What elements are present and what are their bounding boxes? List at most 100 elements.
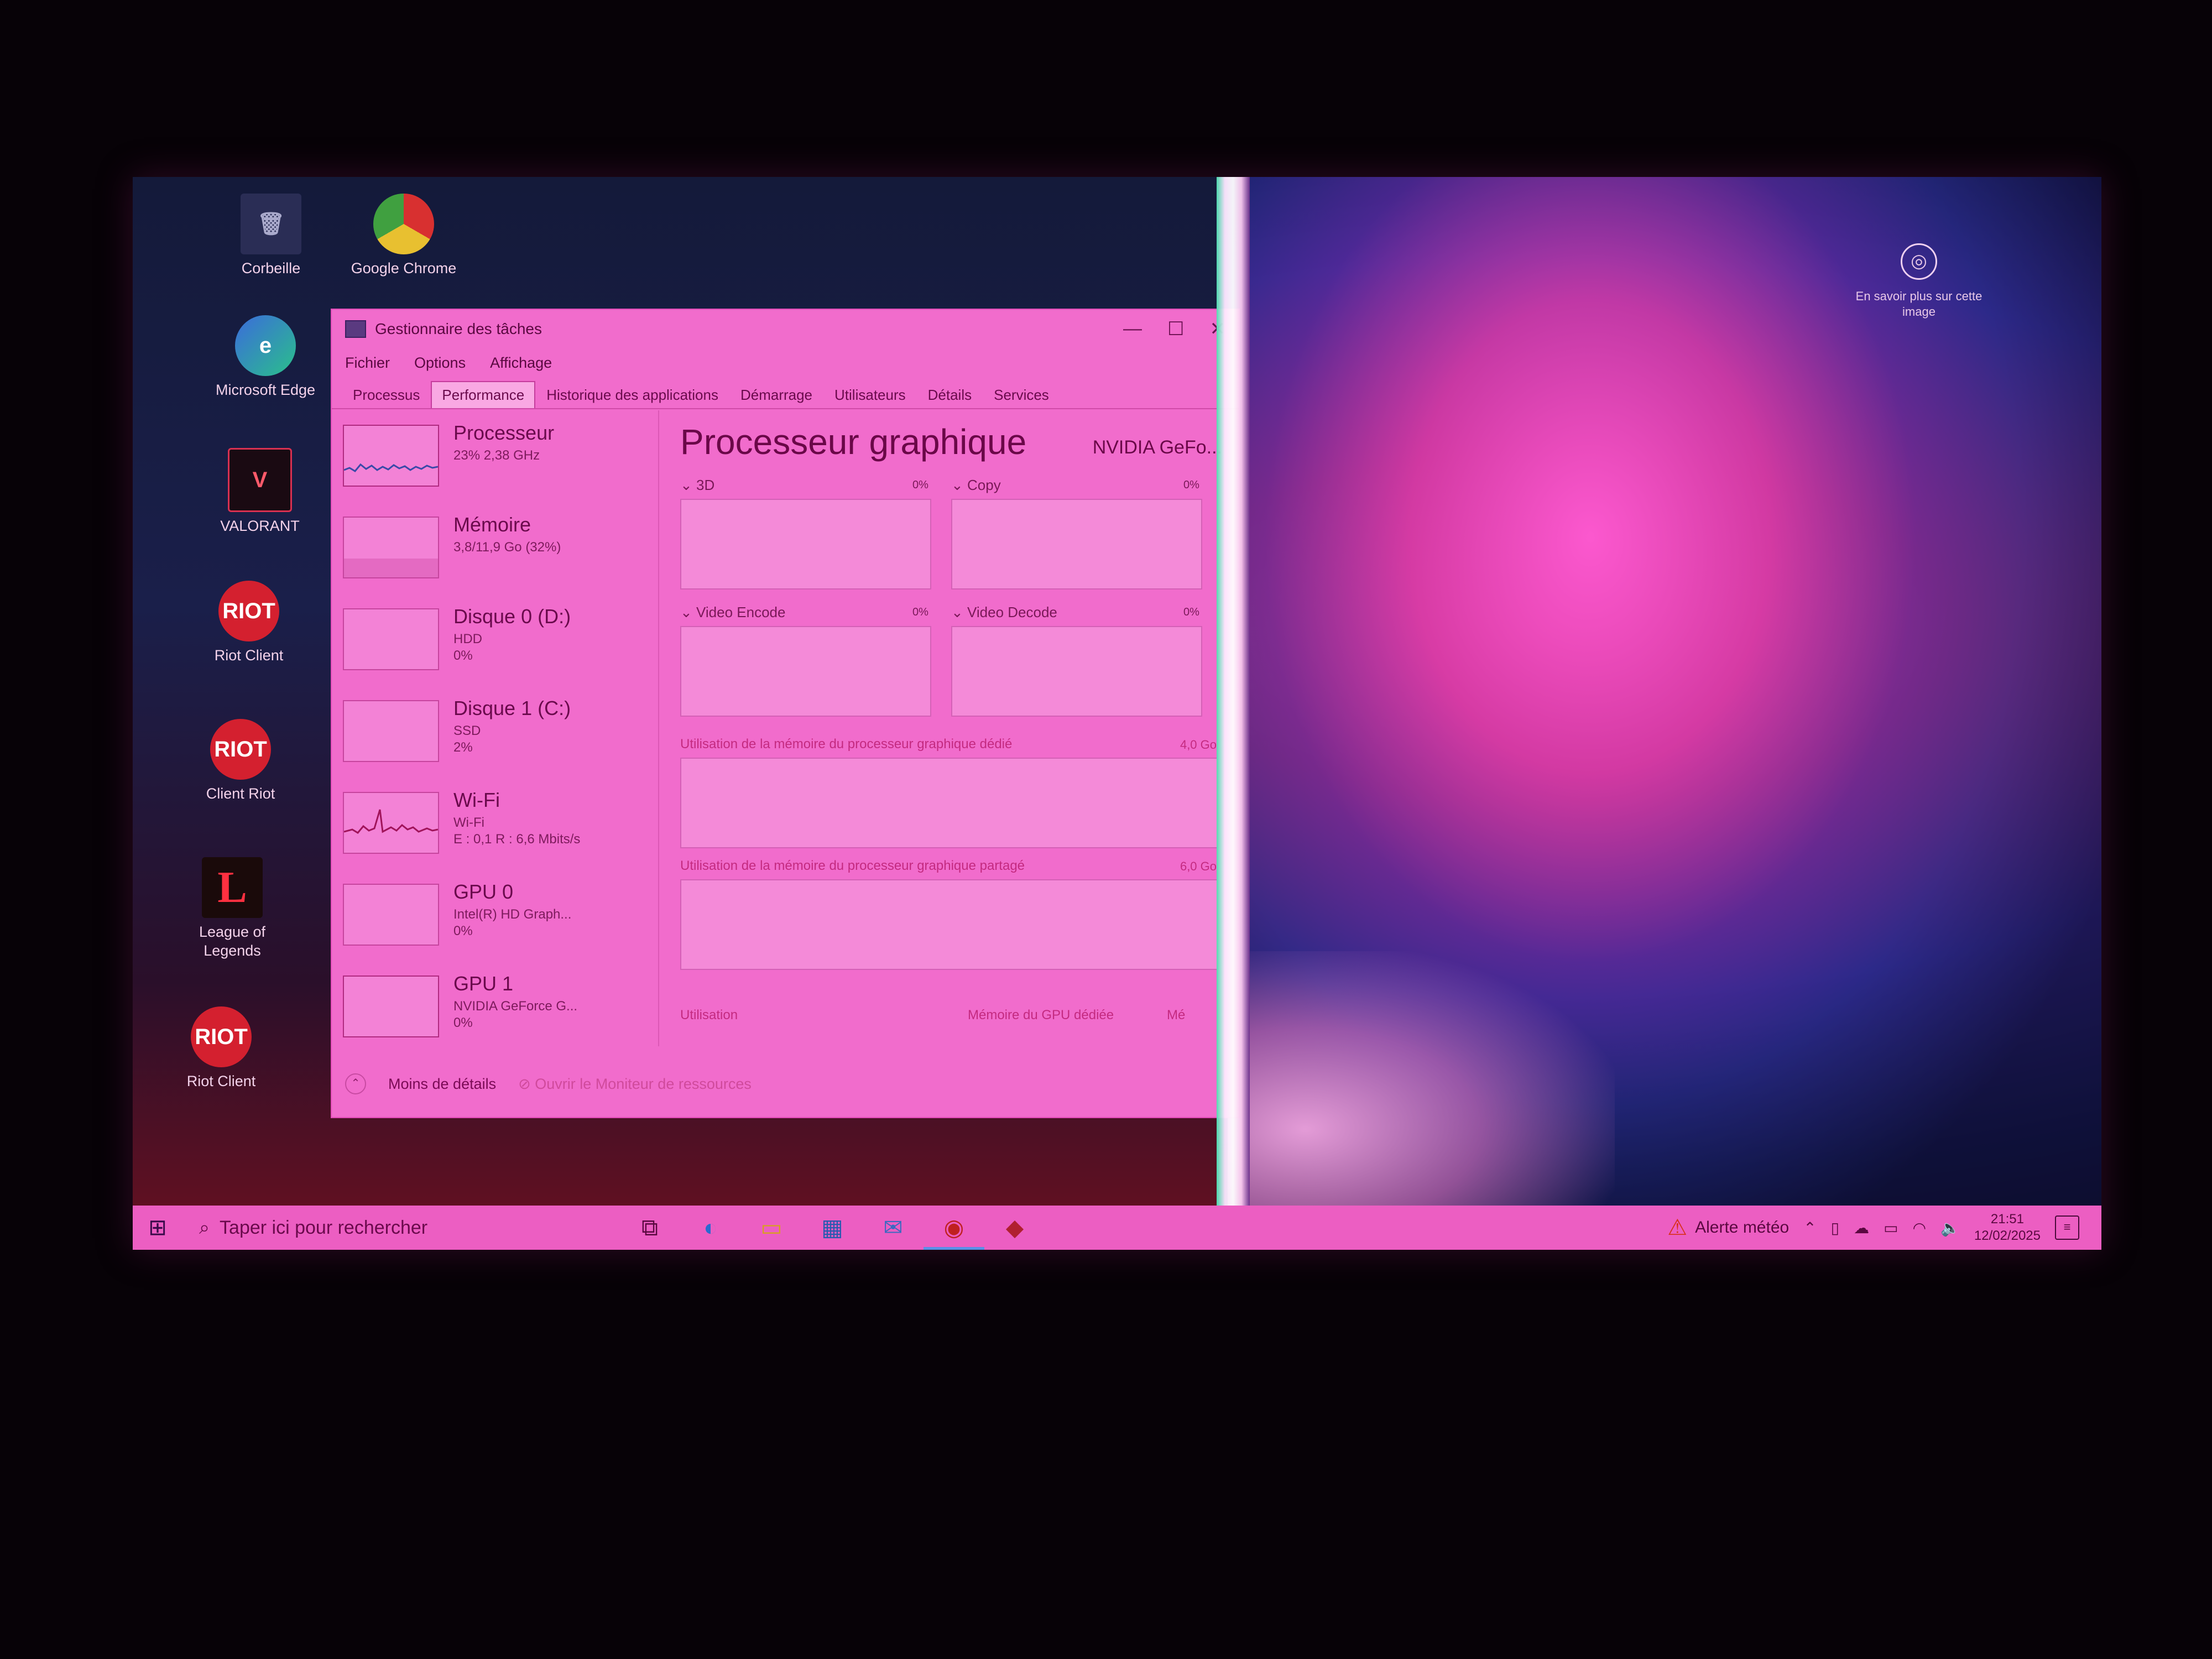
icon-google-chrome[interactable]: Google Chrome bbox=[348, 194, 459, 278]
chevron-up-icon[interactable]: ⌃ bbox=[345, 1073, 366, 1094]
resource-name: Wi-Fi bbox=[453, 789, 500, 811]
dedicated-memory-graph bbox=[680, 758, 1219, 848]
resource-name: Mémoire bbox=[453, 513, 531, 536]
footer-truncated-label: Mé bbox=[1167, 1008, 1186, 1022]
tab-strip: Processus Performance Historique des app… bbox=[332, 377, 1239, 409]
warning-icon: ⚠ bbox=[1667, 1215, 1688, 1240]
task-view-icon[interactable]: ⧉ bbox=[619, 1206, 680, 1250]
resource-name: GPU 1 bbox=[453, 972, 514, 995]
maximize-icon[interactable]: ☐ bbox=[1167, 318, 1184, 340]
task-manager-window[interactable]: Gestionnaire des tâches — ☐ ✕ Fichier Op… bbox=[332, 310, 1239, 1117]
engine-label-3d[interactable]: ⌄ 3D bbox=[680, 477, 714, 494]
wallpaper-foam bbox=[1228, 951, 1615, 1206]
riot-icon: RIOT bbox=[210, 719, 271, 780]
windows-logo-icon: ⊞ bbox=[148, 1215, 167, 1240]
gpu-model: NVIDIA GeFo... bbox=[1092, 437, 1222, 458]
riot-icon[interactable]: ◆ bbox=[984, 1206, 1045, 1250]
league-of-legends-icon: L bbox=[202, 857, 263, 918]
footer-utilisation: Utilisation bbox=[680, 1008, 738, 1022]
recycle-bin-icon: 🗑 bbox=[241, 194, 301, 254]
icon-riot-client-2[interactable]: RIOT Riot Client bbox=[166, 1006, 276, 1091]
icon-valorant[interactable]: V VALORANT bbox=[205, 448, 315, 535]
cpu-graph-thumb bbox=[343, 425, 439, 487]
tab-processus[interactable]: Processus bbox=[342, 381, 431, 408]
edge-icon[interactable]: ◐ bbox=[680, 1206, 741, 1250]
file-explorer-icon[interactable]: ▭ bbox=[741, 1206, 802, 1250]
taskbar-search[interactable]: ⌕ Taper ici pour rechercher bbox=[182, 1206, 619, 1250]
dedicated-memory-label: Utilisation de la mémoire du processeur … bbox=[680, 737, 1013, 752]
resource-gpu-1[interactable]: GPU 1 NVIDIA GeForce G... 0% bbox=[332, 961, 658, 1053]
resource-value: E : 0,1 R : 6,6 Mbits/s bbox=[453, 832, 581, 847]
menubar: Fichier Options Affichage bbox=[332, 348, 1239, 377]
spotlight-info[interactable]: ◎ En savoir plus sur cette image bbox=[1841, 243, 1996, 320]
engine-label-video-encode[interactable]: ⌄ Video Encode bbox=[680, 604, 785, 621]
search-icon: ⌕ bbox=[199, 1217, 210, 1238]
resource-wifi[interactable]: Wi-Fi Wi-Fi E : 0,1 R : 6,6 Mbits/s bbox=[332, 778, 658, 869]
resource-disk-1[interactable]: Disque 1 (C:) SSD 2% bbox=[332, 686, 658, 778]
cloud-icon[interactable]: ☁ bbox=[1854, 1219, 1869, 1237]
mail-icon[interactable]: ✉ bbox=[863, 1206, 924, 1250]
chrome-icon[interactable]: ◉ bbox=[924, 1206, 984, 1250]
camera-icon: ◎ bbox=[1901, 243, 1937, 280]
clock[interactable]: 21:51 12/02/2025 bbox=[1974, 1211, 2041, 1244]
tab-performance[interactable]: Performance bbox=[431, 381, 536, 408]
gpu-detail-panel: Processeur graphique NVIDIA GeFo... ⌄ 3D… bbox=[669, 410, 1222, 1046]
resource-gpu-0[interactable]: GPU 0 Intel(R) HD Graph... 0% bbox=[332, 869, 658, 961]
tab-services[interactable]: Services bbox=[983, 381, 1060, 408]
icon-recycle-bin[interactable]: 🗑 Corbeille bbox=[216, 194, 326, 278]
icon-riot-client-1[interactable]: RIOT Riot Client bbox=[194, 581, 304, 665]
menu-fichier[interactable]: Fichier bbox=[345, 354, 390, 372]
monitor-screen: 🗑 Corbeille Google Chrome e Microsoft Ed… bbox=[133, 177, 2101, 1250]
start-button[interactable]: ⊞ bbox=[133, 1206, 182, 1250]
desktop-icon-label: League of Legends bbox=[199, 924, 266, 959]
icon-league-of-legends[interactable]: L League of Legends bbox=[177, 857, 288, 960]
shared-memory-graph bbox=[680, 879, 1219, 970]
minimize-icon[interactable]: — bbox=[1123, 318, 1142, 340]
disk1-graph-thumb bbox=[343, 700, 439, 762]
resource-name: Disque 1 (C:) bbox=[453, 697, 571, 719]
resource-value: 0% bbox=[453, 1015, 473, 1030]
resource-value: 0% bbox=[453, 648, 473, 663]
tab-demarrage[interactable]: Démarrage bbox=[729, 381, 823, 408]
resource-name: Disque 0 (D:) bbox=[453, 605, 571, 628]
dedicated-memory-value: 4,0 Go bbox=[1180, 738, 1217, 752]
gpu1-graph-thumb bbox=[343, 975, 439, 1037]
riot-icon: RIOT bbox=[218, 581, 279, 641]
desktop-icon-label: Google Chrome bbox=[351, 260, 457, 276]
engine-label-copy[interactable]: ⌄ Copy bbox=[951, 477, 1001, 494]
battery-icon[interactable]: ▭ bbox=[1884, 1219, 1898, 1237]
store-icon[interactable]: ▦ bbox=[802, 1206, 863, 1250]
tab-utilisateurs[interactable]: Utilisateurs bbox=[823, 381, 917, 408]
titlebar[interactable]: Gestionnaire des tâches — ☐ ✕ bbox=[332, 310, 1239, 348]
menu-affichage[interactable]: Affichage bbox=[490, 354, 552, 372]
notification-icon[interactable]: ≡ bbox=[2055, 1215, 2079, 1240]
icon-client-riot[interactable]: RIOT Client Riot bbox=[185, 719, 296, 803]
volume-icon[interactable]: 🔈 bbox=[1940, 1219, 1960, 1237]
search-placeholder: Taper ici pour rechercher bbox=[220, 1217, 428, 1238]
menu-options[interactable]: Options bbox=[414, 354, 466, 372]
resource-cpu[interactable]: Processeur 23% 2,38 GHz bbox=[332, 410, 658, 502]
engine-label-video-decode[interactable]: ⌄ Video Decode bbox=[951, 604, 1057, 621]
resource-value: 23% 2,38 GHz bbox=[453, 448, 540, 463]
weather-alert-label: Alerte météo bbox=[1695, 1218, 1790, 1237]
detail-title: Processeur graphique bbox=[680, 422, 1027, 462]
weather-alert[interactable]: ⚠ Alerte météo bbox=[1667, 1215, 1789, 1240]
tab-historique[interactable]: Historique des applications bbox=[535, 381, 729, 408]
device-icon[interactable]: ▯ bbox=[1831, 1219, 1839, 1237]
resource-value: 3,8/11,9 Go (32%) bbox=[453, 540, 561, 555]
resource-disk-0[interactable]: Disque 0 (D:) HDD 0% bbox=[332, 594, 658, 686]
resource-monitor-link[interactable]: ⊘ Ouvrir le Moniteur de ressources bbox=[518, 1076, 752, 1093]
tab-details[interactable]: Détails bbox=[917, 381, 983, 408]
chevron-up-icon[interactable]: ⌃ bbox=[1803, 1219, 1816, 1237]
resource-type: SSD bbox=[453, 723, 481, 738]
engine-pct-3d: 0% bbox=[912, 479, 928, 491]
graph-video-decode bbox=[951, 626, 1202, 717]
less-details-link[interactable]: Moins de détails bbox=[388, 1076, 496, 1093]
resource-memory[interactable]: Mémoire 3,8/11,9 Go (32%) bbox=[332, 502, 658, 594]
icon-microsoft-edge[interactable]: e Microsoft Edge bbox=[210, 315, 321, 399]
wifi-icon[interactable]: ◠ bbox=[1913, 1219, 1926, 1237]
resource-type: Wi-Fi bbox=[453, 815, 484, 830]
taskbar: ⊞ ⌕ Taper ici pour rechercher ⧉ ◐ ▭ ▦ ✉ … bbox=[133, 1206, 2101, 1250]
graph-3d bbox=[680, 499, 931, 589]
task-manager-footer: ⌃ Moins de détails ⊘ Ouvrir le Moniteur … bbox=[332, 1051, 1252, 1117]
